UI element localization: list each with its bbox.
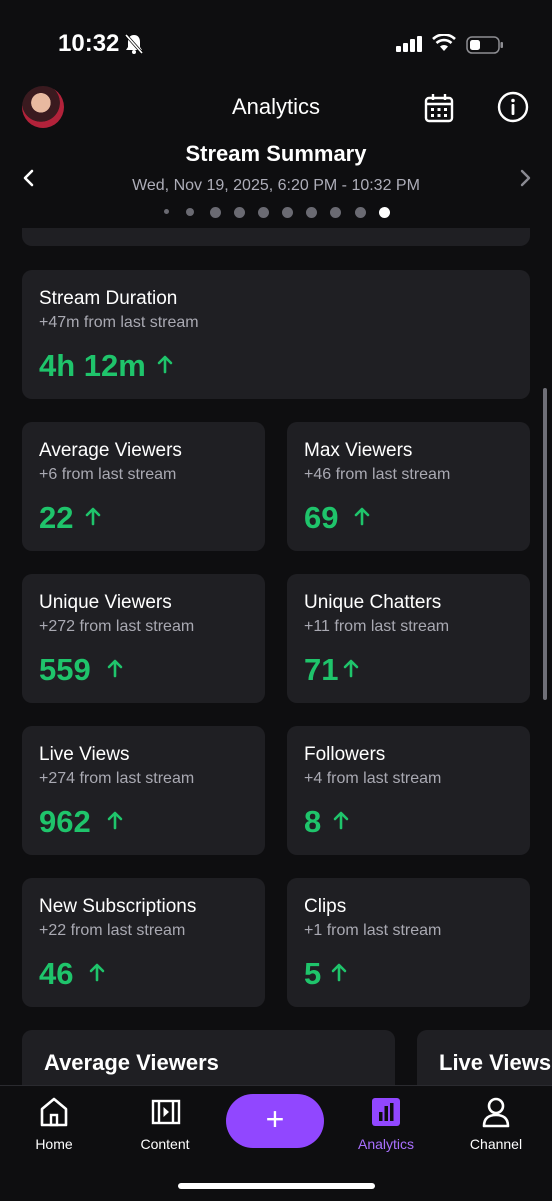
create-button[interactable]: + (226, 1094, 324, 1148)
stat-change: +4 from last stream (304, 770, 442, 787)
stat-value: 46 (39, 956, 74, 991)
nav-label: Channel (469, 1136, 523, 1152)
followers-card[interactable]: Followers +4 from last stream 8 (287, 726, 530, 855)
pager-dot[interactable] (210, 207, 221, 218)
battery-icon (466, 36, 504, 59)
status-time: 10:32 (58, 30, 120, 57)
arrow-up-icon (107, 810, 123, 835)
home-icon (39, 1096, 69, 1133)
arrow-up-icon (354, 506, 370, 531)
channel-person-icon (481, 1096, 511, 1133)
arrow-up-icon (107, 658, 123, 683)
pager-dot[interactable] (306, 207, 317, 218)
pager-dot-active[interactable] (379, 207, 390, 218)
stat-change: +272 from last stream (39, 618, 195, 635)
stat-label: Live Views (39, 744, 130, 765)
stat-label: Average Viewers (39, 440, 182, 461)
pager-dot[interactable] (355, 207, 366, 218)
stat-label: Stream Duration (39, 288, 178, 309)
nav-label: Analytics (357, 1136, 415, 1152)
wifi-icon (432, 33, 456, 57)
pager-dot[interactable] (258, 207, 269, 218)
chart-card-title: Live Views (439, 1050, 552, 1075)
chart-card-title: Average Viewers (44, 1050, 219, 1075)
arrow-up-icon (89, 962, 105, 987)
bottom-nav: Home Content + Analytics Channel (0, 1085, 552, 1201)
pager-dot[interactable] (282, 207, 293, 218)
stat-label: Max Viewers (304, 440, 413, 461)
cellular-signal-icon (396, 36, 424, 57)
silent-bell-icon (124, 33, 144, 60)
average-viewers-chart-card[interactable]: Average Viewers (22, 1030, 395, 1085)
plus-icon: + (265, 1101, 285, 1137)
arrow-up-icon (85, 506, 101, 531)
stat-label: New Subscriptions (39, 896, 197, 917)
stat-value: 8 (304, 804, 322, 839)
analytics-bar-chart-icon (371, 1096, 401, 1133)
stat-value: 962 (39, 804, 91, 839)
max-viewers-card[interactable]: Max Viewers +46 from last stream 69 (287, 422, 530, 551)
stat-value: 71 (304, 652, 339, 687)
nav-label: Home (35, 1136, 73, 1152)
next-stream-chevron-right-icon[interactable] (516, 168, 534, 193)
stat-label: Unique Viewers (39, 592, 172, 613)
status-bar: 10:32 (0, 0, 552, 90)
arrow-up-icon (343, 658, 359, 683)
clips-card[interactable]: Clips +1 from last stream 5 (287, 878, 530, 1007)
home-indicator (178, 1183, 375, 1189)
average-viewers-card[interactable]: Average Viewers +6 from last stream 22 (22, 422, 265, 551)
stat-value: 69 (304, 500, 339, 535)
stat-change: +274 from last stream (39, 770, 195, 787)
unique-viewers-card[interactable]: Unique Viewers +272 from last stream 559 (22, 574, 265, 703)
summary-date-range: Wed, Nov 19, 2025, 6:20 PM - 10:32 PM (132, 177, 420, 194)
stat-change: +22 from last stream (39, 922, 186, 939)
stats-scroll-area[interactable]: Stream Duration +47m from last stream 4h… (0, 228, 552, 1085)
pager-dot[interactable] (186, 208, 194, 216)
scrollbar[interactable] (543, 388, 547, 700)
live-views-card[interactable]: Live Views +274 from last stream 962 (22, 726, 265, 855)
stat-value: 22 (39, 500, 74, 535)
new-subscriptions-card[interactable]: New Subscriptions +22 from last stream 4… (22, 878, 265, 1007)
summary-title: Stream Summary (185, 141, 367, 166)
stat-change: +47m from last stream (39, 314, 199, 331)
stat-label: Clips (304, 896, 347, 917)
stat-change: +46 from last stream (304, 466, 451, 483)
stat-label: Followers (304, 744, 386, 765)
info-icon[interactable] (497, 91, 529, 128)
stat-value: 559 (39, 652, 91, 687)
stat-value: 5 (304, 956, 322, 991)
previous-stream-chevron-left-icon[interactable] (20, 168, 38, 193)
calendar-icon[interactable] (424, 93, 454, 128)
arrow-up-icon (157, 354, 173, 379)
stat-change: +11 from last stream (304, 618, 450, 635)
stat-change: +6 from last stream (39, 466, 177, 483)
stat-value: 4h 12m (39, 348, 146, 383)
stat-label: Unique Chatters (304, 592, 442, 613)
arrow-up-icon (331, 962, 347, 987)
nav-label: Content (140, 1136, 190, 1152)
stream-duration-card[interactable]: Stream Duration +47m from last stream 4h… (22, 270, 530, 399)
live-views-chart-card[interactable]: Live Views (417, 1030, 552, 1085)
stream-pager[interactable] (0, 205, 552, 218)
unique-chatters-card[interactable]: Unique Chatters +11 from last stream 71 (287, 574, 530, 703)
page-title: Analytics (231, 94, 321, 119)
pager-dot[interactable] (164, 209, 169, 214)
pager-dot[interactable] (330, 207, 341, 218)
stat-change: +1 from last stream (304, 922, 442, 939)
previous-stat-card (22, 228, 530, 246)
pager-dot[interactable] (234, 207, 245, 218)
content-film-icon (150, 1096, 182, 1133)
arrow-up-icon (333, 810, 349, 835)
